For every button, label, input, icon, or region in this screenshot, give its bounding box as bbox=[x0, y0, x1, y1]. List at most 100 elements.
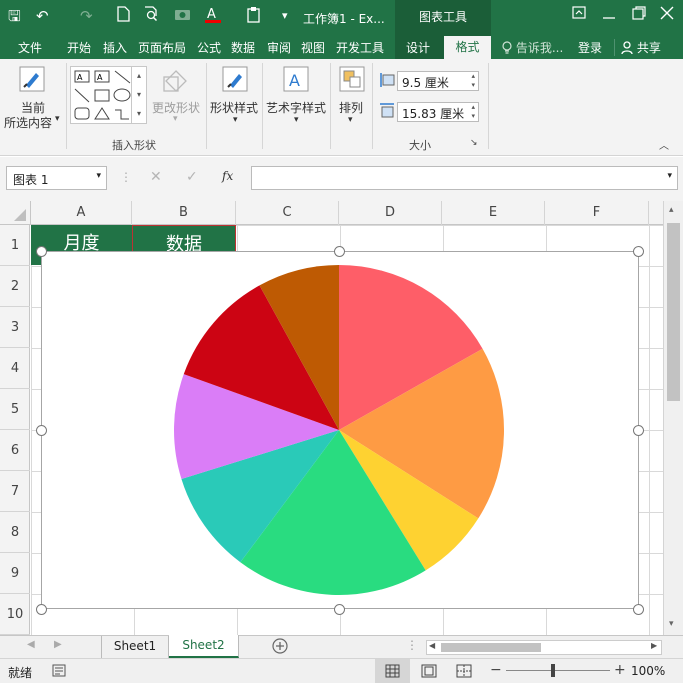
restore-icon[interactable] bbox=[632, 6, 646, 24]
tab-formulas[interactable]: 公式 bbox=[197, 39, 221, 56]
prev-sheet-icon[interactable]: ◀ bbox=[27, 639, 35, 650]
row-header-1[interactable]: 1 bbox=[0, 225, 30, 266]
function-icon[interactable]: fx bbox=[222, 169, 233, 183]
customize-qa-icon[interactable]: ▾ bbox=[282, 6, 288, 26]
shape-styles-label[interactable]: 形状样式 bbox=[210, 99, 258, 116]
row-header-2[interactable]: 2 bbox=[0, 266, 30, 307]
splitter-icon[interactable]: ⋮ bbox=[406, 638, 418, 652]
resize-handle-s[interactable] bbox=[334, 604, 345, 615]
column-header-c[interactable]: C bbox=[236, 201, 339, 225]
change-shape-icon[interactable] bbox=[160, 67, 192, 97]
resize-handle-w[interactable] bbox=[36, 425, 47, 436]
paste-icon[interactable] bbox=[246, 6, 262, 28]
tell-me-box[interactable]: 告诉我... bbox=[502, 39, 563, 56]
cancel-icon[interactable]: ✕ bbox=[150, 169, 162, 185]
row-header-3[interactable]: 3 bbox=[0, 307, 30, 348]
wordart-styles-label[interactable]: 艺术字样式 bbox=[266, 99, 326, 116]
undo-icon[interactable]: ↶ bbox=[36, 6, 49, 26]
arrange-icon[interactable] bbox=[338, 65, 366, 93]
row-header-10[interactable]: 10 bbox=[0, 594, 30, 635]
column-header-b[interactable]: B bbox=[132, 201, 236, 225]
pie-plot[interactable] bbox=[42, 252, 638, 608]
tab-home[interactable]: 开始 bbox=[67, 39, 91, 56]
scroll-right-icon[interactable]: ▶ bbox=[651, 641, 657, 650]
ribbon-display-icon[interactable] bbox=[572, 6, 586, 23]
row-header-4[interactable]: 4 bbox=[0, 348, 30, 389]
new-file-icon[interactable] bbox=[117, 6, 130, 27]
wordart-icon[interactable]: A bbox=[282, 65, 310, 93]
height-spinner[interactable]: ▴ ▾ bbox=[471, 72, 475, 90]
camera-icon[interactable] bbox=[174, 6, 191, 26]
tab-review[interactable]: 审阅 bbox=[267, 39, 291, 56]
save-icon[interactable]: 🖫 bbox=[8, 6, 21, 26]
enter-icon[interactable]: ✓ bbox=[186, 169, 198, 185]
width-spinner[interactable]: ▴ ▾ bbox=[471, 103, 475, 121]
tab-view[interactable]: 视图 bbox=[301, 39, 325, 56]
add-sheet-icon[interactable] bbox=[271, 637, 289, 658]
column-header-e[interactable]: E bbox=[442, 201, 545, 225]
format-selection-icon[interactable] bbox=[18, 65, 46, 93]
row-header-9[interactable]: 9 bbox=[0, 553, 30, 594]
chevron-down-icon[interactable]: ▾ bbox=[96, 171, 101, 181]
height-field[interactable]: 9.5 厘米 ▴ ▾ bbox=[397, 71, 479, 91]
zoom-in-icon[interactable]: + bbox=[614, 662, 626, 678]
scroll-thumb[interactable] bbox=[667, 223, 680, 401]
tab-page-layout[interactable]: 页面布局 bbox=[138, 39, 186, 56]
sign-in-link[interactable]: 登录 bbox=[578, 39, 602, 56]
dialog-launcher-icon[interactable]: ↘ bbox=[470, 138, 478, 148]
tab-format[interactable]: 格式 bbox=[444, 36, 491, 59]
next-sheet-icon[interactable]: ▶ bbox=[54, 639, 62, 650]
resize-handle-nw[interactable] bbox=[36, 246, 47, 257]
print-preview-icon[interactable] bbox=[144, 6, 159, 27]
select-all-corner[interactable] bbox=[0, 201, 31, 225]
tab-developer[interactable]: 开发工具 bbox=[336, 39, 384, 56]
tab-data[interactable]: 数据 bbox=[231, 39, 255, 56]
row-header-8[interactable]: 8 bbox=[0, 512, 30, 553]
vertical-scrollbar[interactable]: ▴ ▾ bbox=[663, 201, 683, 635]
font-color-icon[interactable]: A bbox=[204, 6, 222, 29]
page-break-view-icon[interactable] bbox=[456, 664, 472, 681]
tab-insert[interactable]: 插入 bbox=[103, 39, 127, 56]
current-selection-label-2[interactable]: 所选内容 bbox=[4, 114, 52, 131]
row-header-6[interactable]: 6 bbox=[0, 430, 30, 471]
width-field[interactable]: 15.83 厘米 ▴ ▾ bbox=[397, 102, 479, 122]
zoom-slider-thumb[interactable] bbox=[551, 664, 555, 677]
resize-handle-n[interactable] bbox=[334, 246, 345, 257]
row-header-7[interactable]: 7 bbox=[0, 471, 30, 512]
zoom-slider-track[interactable] bbox=[506, 670, 610, 671]
tab-file[interactable]: 文件 bbox=[18, 39, 42, 56]
redo-icon[interactable]: ↷ bbox=[80, 6, 93, 26]
column-header-d[interactable]: D bbox=[339, 201, 442, 225]
resize-handle-ne[interactable] bbox=[633, 246, 644, 257]
resize-handle-se[interactable] bbox=[633, 604, 644, 615]
scroll-up-icon[interactable]: ▴ bbox=[669, 205, 674, 215]
page-layout-view-icon[interactable] bbox=[421, 664, 437, 681]
minimize-icon[interactable] bbox=[602, 6, 616, 24]
row-header-5[interactable]: 5 bbox=[0, 389, 30, 430]
share-button[interactable]: 共享 bbox=[614, 39, 661, 56]
arrange-label[interactable]: 排列 bbox=[339, 99, 363, 116]
scroll-left-icon[interactable]: ◀ bbox=[429, 641, 435, 650]
pie-chart[interactable] bbox=[41, 251, 639, 609]
zoom-out-icon[interactable]: − bbox=[490, 662, 502, 678]
scroll-down-icon[interactable]: ▾ bbox=[669, 619, 674, 629]
name-box[interactable]: 图表 1 ▾ bbox=[6, 166, 107, 190]
formula-input[interactable]: ▾ bbox=[251, 166, 678, 190]
sheet-tab-sheet1[interactable]: Sheet1 bbox=[101, 636, 169, 658]
expand-formula-icon[interactable]: ▾ bbox=[667, 171, 672, 181]
tab-design[interactable]: 设计 bbox=[406, 39, 430, 56]
normal-view-button[interactable] bbox=[375, 659, 410, 683]
zoom-level[interactable]: 100% bbox=[631, 664, 665, 678]
collapse-ribbon-icon[interactable]: ︿ bbox=[659, 137, 669, 152]
resize-handle-sw[interactable] bbox=[36, 604, 47, 615]
column-header-f[interactable]: F bbox=[545, 201, 649, 225]
horizontal-scrollbar[interactable]: ◀ ▶ bbox=[426, 640, 662, 655]
macro-record-icon[interactable] bbox=[52, 664, 66, 680]
close-icon[interactable] bbox=[660, 6, 674, 24]
hscroll-thumb[interactable] bbox=[441, 643, 541, 652]
resize-handle-e[interactable] bbox=[633, 425, 644, 436]
gallery-scroll[interactable]: ▴ ▾ ▾ bbox=[131, 66, 146, 124]
column-header-a[interactable]: A bbox=[31, 201, 132, 225]
sheet-tab-sheet2[interactable]: Sheet2 bbox=[169, 635, 239, 658]
shape-styles-icon[interactable] bbox=[221, 65, 249, 93]
